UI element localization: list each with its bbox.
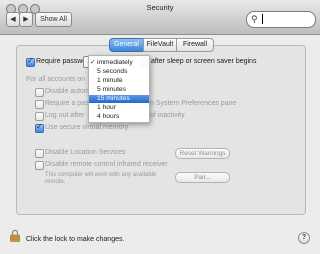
remote-infrared-checkbox[interactable] [35, 161, 44, 170]
tab-general[interactable]: General [109, 38, 144, 52]
search-input[interactable] [264, 14, 310, 24]
search-icon: ⚲ [251, 14, 258, 24]
menu-item-immediately[interactable]: ✓ immediately [89, 59, 149, 67]
forward-button[interactable]: ▶ [19, 12, 33, 27]
lock-icon[interactable] [10, 229, 20, 242]
lock-message: Click the lock to make changes. [26, 236, 125, 243]
location-services-label: Disable Location Services [45, 149, 126, 156]
log-out-inactivity-suffix: of inactivity [150, 112, 185, 119]
menu-item-4-hours[interactable]: 4 hours [89, 113, 149, 121]
location-services-checkbox[interactable] [35, 149, 44, 158]
remote-note: This computer will work with any availab… [45, 172, 157, 185]
log-out-inactivity-checkbox[interactable] [35, 112, 44, 121]
password-delay-menu: ✓ immediately 5 seconds 1 minute 5 minute… [88, 55, 150, 123]
disable-auto-login-label: Disable autom [45, 88, 90, 95]
back-button[interactable]: ◀ [6, 12, 20, 27]
checkmark-icon: ✓ [90, 59, 96, 66]
all-accounts-label: For all accounts on [26, 76, 86, 83]
search-field[interactable]: ⚲ [246, 11, 316, 28]
tab-firewall[interactable]: Firewall [176, 38, 214, 52]
require-password-checkbox[interactable] [26, 56, 35, 67]
require-password-unlock-label: Require a pass [45, 100, 93, 107]
text-cursor [262, 14, 263, 24]
show-all-button[interactable]: Show All [35, 12, 72, 27]
menu-item-15-minutes[interactable]: 15 minutes [89, 95, 149, 103]
reset-warnings-button[interactable]: Reset Warnings [175, 148, 230, 159]
menu-item-1-hour[interactable]: 1 hour [89, 104, 149, 112]
remote-infrared-label: Disable remote control infrared receiver [45, 161, 168, 168]
secure-virtual-memory-label: Use secure virtual memory [45, 124, 129, 131]
secure-virtual-memory-checkbox[interactable] [35, 122, 44, 133]
pair-button[interactable]: Pair... [175, 172, 230, 183]
tab-filevault[interactable]: FileVault [143, 38, 177, 52]
require-password-suffix: after sleep or screen saver begins [151, 58, 257, 65]
require-password-unlock-suffix: n System Preferences pane [150, 100, 237, 107]
log-out-inactivity-label: Log out after [45, 112, 85, 119]
disable-auto-login-checkbox[interactable] [35, 88, 44, 97]
help-button[interactable]: ? [298, 232, 310, 244]
menu-item-5-minutes[interactable]: 5 minutes [89, 86, 149, 94]
menu-item-5-seconds[interactable]: 5 seconds [89, 68, 149, 76]
menu-item-1-minute[interactable]: 1 minute [89, 77, 149, 85]
require-password-unlock-checkbox[interactable] [35, 100, 44, 109]
